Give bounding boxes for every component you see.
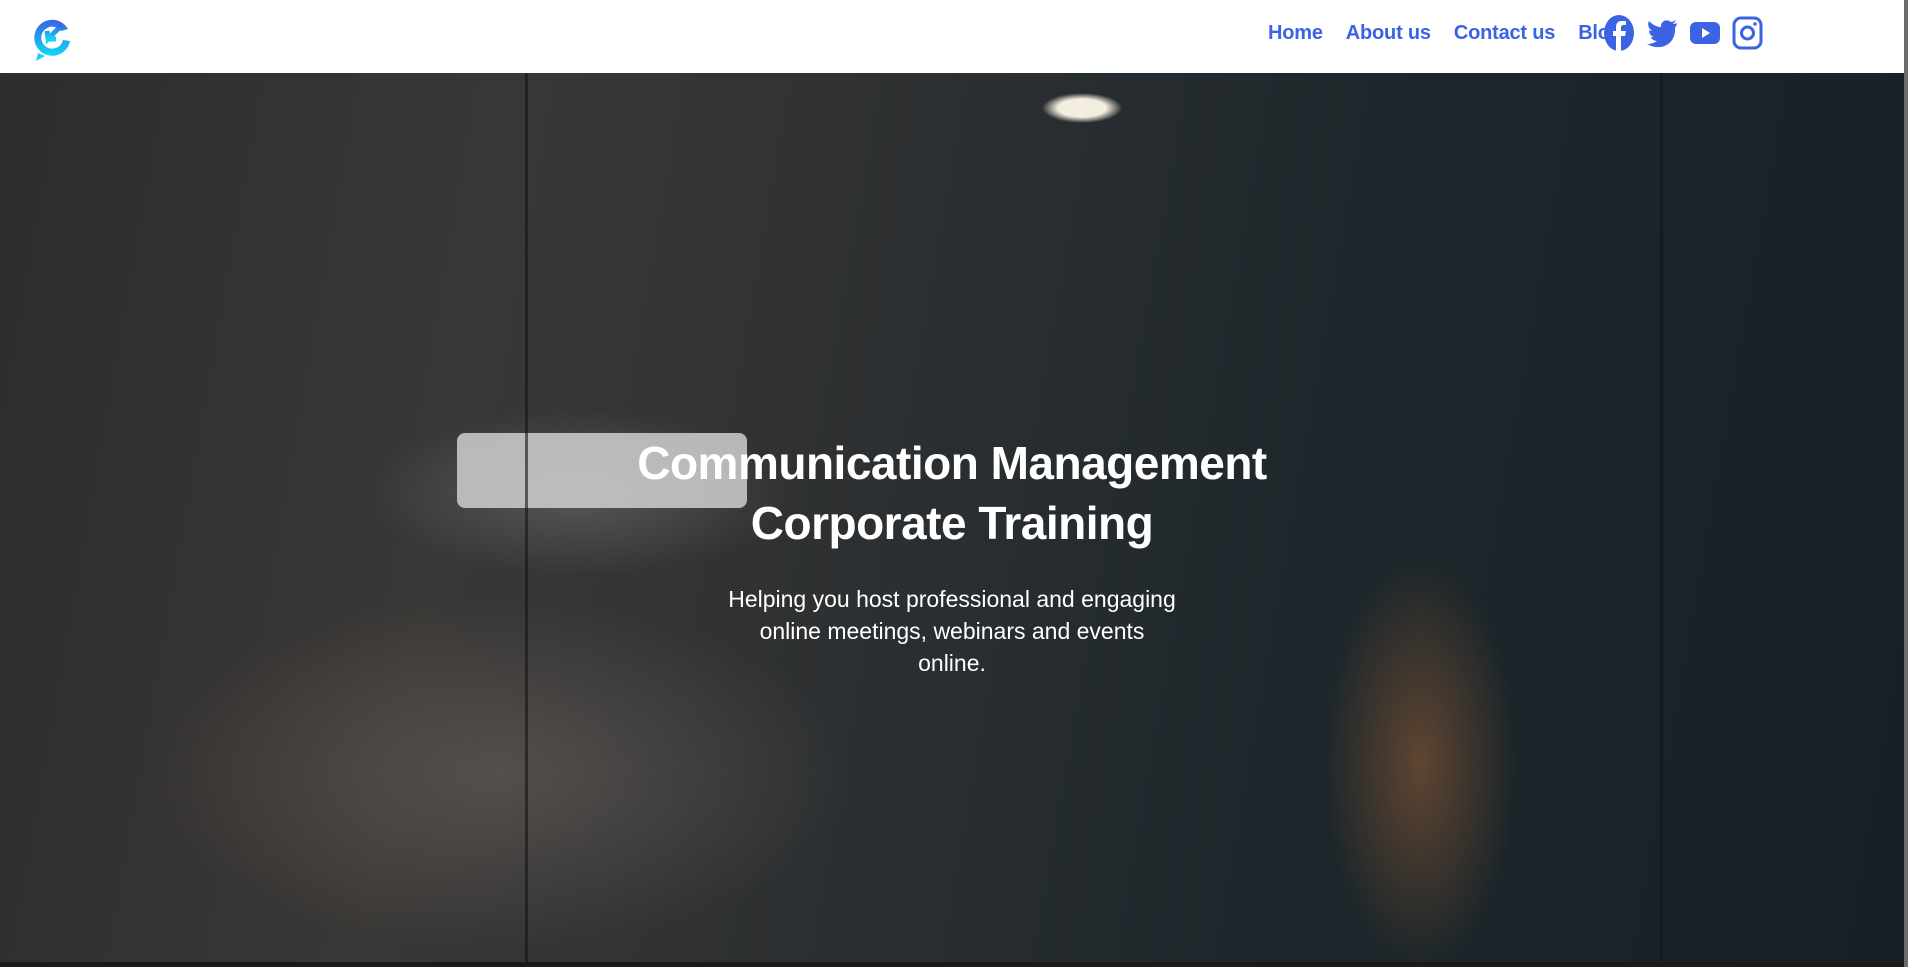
divider [0, 962, 1904, 967]
hero-title-line: Corporate Training [750, 497, 1154, 549]
hero-subtitle-line: Helping you host professional and engagi… [728, 586, 1176, 612]
hero-title-line: Communication Management [637, 437, 1267, 489]
nav-about-us[interactable]: About us [1346, 22, 1431, 45]
hero-title: Communication Management Corporate Traini… [0, 433, 1904, 553]
logo[interactable] [28, 13, 76, 61]
hero-subtitle-line: online. [918, 650, 986, 676]
twitter-icon[interactable] [1646, 14, 1678, 52]
nav-contact-us[interactable]: Contact us [1454, 22, 1556, 45]
instagram-icon[interactable] [1732, 14, 1764, 52]
hero-subtitle: Helping you host professional and engagi… [702, 583, 1202, 679]
facebook-icon[interactable] [1603, 14, 1635, 52]
main-nav: Home About us Contact us Blog [1268, 22, 1622, 45]
scrollbar[interactable] [1904, 0, 1908, 967]
nav-home[interactable]: Home [1268, 22, 1323, 45]
social-links [1603, 14, 1764, 52]
hero-section: Communication Management Corporate Traini… [0, 73, 1904, 967]
youtube-icon[interactable] [1689, 14, 1721, 52]
hero-subtitle-line: online meetings, webinars and events [759, 618, 1145, 644]
site-header: Home About us Contact us Blog [0, 0, 1904, 73]
